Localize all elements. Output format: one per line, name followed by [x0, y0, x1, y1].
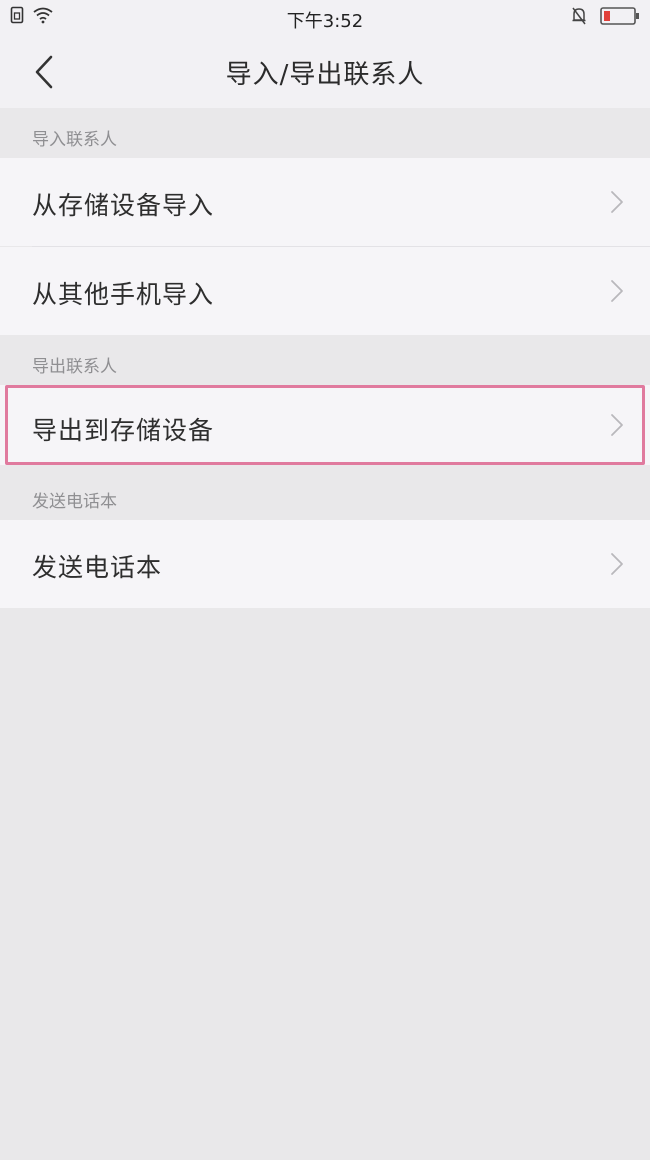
section-header-import: 导入联系人: [0, 108, 650, 158]
status-time: 下午3:52: [286, 11, 364, 32]
page-title: 导入/导出联系人: [225, 60, 425, 90]
battery-low-icon: [600, 6, 640, 30]
nav-bar: 导入/导出联系人: [0, 36, 650, 108]
row-label: 发送电话本: [32, 553, 163, 582]
row-label: 从存储设备导入: [32, 191, 215, 220]
import-from-other-phone-row[interactable]: 从其他手机导入: [0, 247, 650, 335]
export-to-storage-row[interactable]: 导出到存储设备: [0, 385, 650, 465]
chevron-right-icon: [611, 553, 623, 575]
send-phonebook-row[interactable]: 发送电话本: [0, 520, 650, 608]
mute-bell-icon: [570, 6, 588, 30]
row-label: 从其他手机导入: [32, 280, 215, 309]
status-bar: 下午3:52: [0, 0, 650, 36]
section-header-send: 发送电话本: [0, 465, 650, 520]
section-header-label: 导出联系人: [32, 357, 117, 377]
chevron-right-icon: [611, 280, 623, 302]
section-header-label: 发送电话本: [32, 492, 117, 512]
row-label: 导出到存储设备: [32, 416, 215, 445]
chevron-right-icon: [611, 191, 623, 213]
status-right-icons: [570, 6, 640, 30]
import-from-storage-row[interactable]: 从存储设备导入: [0, 158, 650, 246]
section-header-export: 导出联系人: [0, 335, 650, 385]
section-header-label: 导入联系人: [32, 130, 117, 150]
chevron-right-icon: [611, 414, 623, 436]
